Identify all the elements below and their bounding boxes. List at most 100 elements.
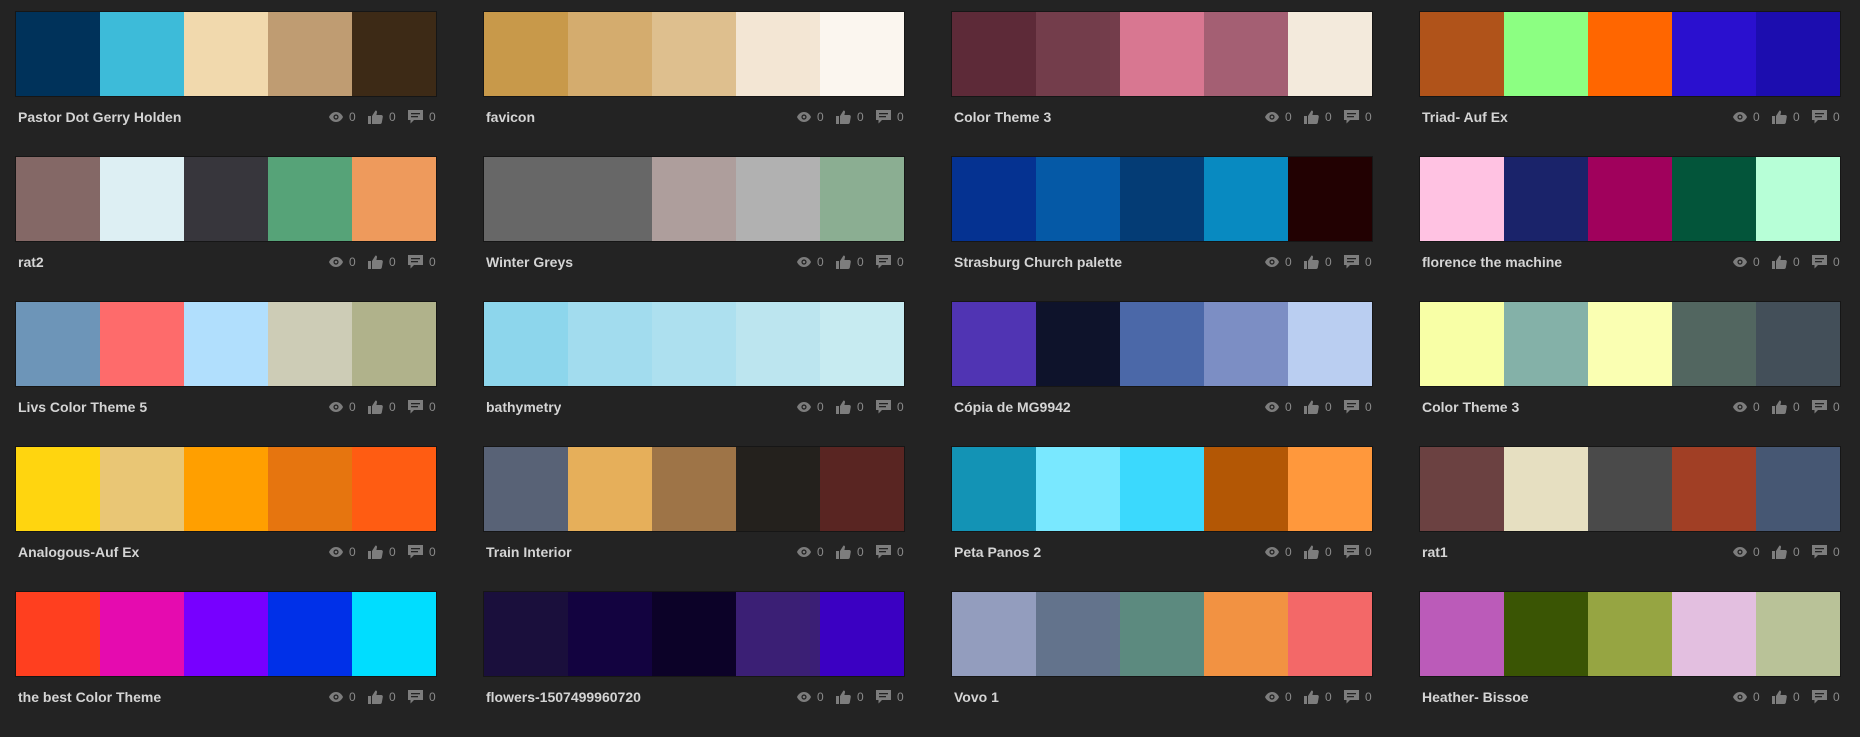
- comment-icon[interactable]: [1812, 690, 1827, 704]
- color-theme-card[interactable]: Triad- Auf Ex 0 0 0: [1420, 12, 1840, 157]
- thumbs-up-icon[interactable]: [836, 545, 851, 559]
- comments-stat[interactable]: 0: [408, 545, 436, 559]
- thumbs-up-icon[interactable]: [836, 110, 851, 124]
- comments-stat[interactable]: 0: [1344, 545, 1372, 559]
- color-theme-card[interactable]: rat1 0 0 0: [1420, 447, 1840, 592]
- comment-icon[interactable]: [408, 110, 423, 124]
- thumbs-up-icon[interactable]: [836, 400, 851, 414]
- theme-name-link[interactable]: Peta Panos 2: [952, 544, 1041, 560]
- likes-stat[interactable]: 0: [1304, 690, 1332, 704]
- comments-stat[interactable]: 0: [1344, 255, 1372, 269]
- color-theme-card[interactable]: Winter Greys 0 0 0: [484, 157, 904, 302]
- color-theme-card[interactable]: Color Theme 3 0 0 0: [952, 12, 1372, 157]
- comment-icon[interactable]: [408, 690, 423, 704]
- comment-icon[interactable]: [408, 545, 423, 559]
- theme-name-link[interactable]: Color Theme 3: [1420, 399, 1519, 415]
- comments-stat[interactable]: 0: [1812, 690, 1840, 704]
- likes-stat[interactable]: 0: [836, 545, 864, 559]
- color-theme-card[interactable]: Livs Color Theme 5 0 0 0: [16, 302, 436, 447]
- color-swatch-strip[interactable]: [952, 12, 1372, 96]
- theme-name-link[interactable]: Winter Greys: [484, 254, 573, 270]
- comments-stat[interactable]: 0: [1812, 255, 1840, 269]
- thumbs-up-icon[interactable]: [836, 255, 851, 269]
- comments-stat[interactable]: 0: [408, 400, 436, 414]
- thumbs-up-icon[interactable]: [1772, 400, 1787, 414]
- thumbs-up-icon[interactable]: [1772, 690, 1787, 704]
- theme-name-link[interactable]: Vovo 1: [952, 689, 999, 705]
- theme-name-link[interactable]: Analogous-Auf Ex: [16, 544, 139, 560]
- theme-name-link[interactable]: Color Theme 3: [952, 109, 1051, 125]
- thumbs-up-icon[interactable]: [1304, 255, 1319, 269]
- comment-icon[interactable]: [1344, 255, 1359, 269]
- theme-name-link[interactable]: the best Color Theme: [16, 689, 161, 705]
- comments-stat[interactable]: 0: [408, 255, 436, 269]
- comments-stat[interactable]: 0: [408, 110, 436, 124]
- comments-stat[interactable]: 0: [1812, 110, 1840, 124]
- color-theme-card[interactable]: Heather- Bissoe 0 0 0: [1420, 592, 1840, 737]
- likes-stat[interactable]: 0: [1304, 545, 1332, 559]
- likes-stat[interactable]: 0: [1304, 400, 1332, 414]
- theme-name-link[interactable]: favicon: [484, 109, 535, 125]
- comments-stat[interactable]: 0: [1812, 545, 1840, 559]
- color-swatch-strip[interactable]: [484, 157, 904, 241]
- thumbs-up-icon[interactable]: [1304, 545, 1319, 559]
- likes-stat[interactable]: 0: [836, 110, 864, 124]
- color-swatch-strip[interactable]: [1420, 447, 1840, 531]
- theme-name-link[interactable]: florence the machine: [1420, 254, 1562, 270]
- color-theme-card[interactable]: Strasburg Church palette 0 0 0: [952, 157, 1372, 302]
- color-swatch-strip[interactable]: [16, 12, 436, 96]
- comment-icon[interactable]: [1812, 400, 1827, 414]
- color-theme-card[interactable]: Color Theme 3 0 0 0: [1420, 302, 1840, 447]
- color-swatch-strip[interactable]: [1420, 302, 1840, 386]
- likes-stat[interactable]: 0: [1772, 545, 1800, 559]
- theme-name-link[interactable]: rat1: [1420, 544, 1448, 560]
- comment-icon[interactable]: [408, 400, 423, 414]
- theme-name-link[interactable]: Triad- Auf Ex: [1420, 109, 1508, 125]
- likes-stat[interactable]: 0: [1772, 690, 1800, 704]
- color-swatch-strip[interactable]: [952, 302, 1372, 386]
- likes-stat[interactable]: 0: [1772, 110, 1800, 124]
- thumbs-up-icon[interactable]: [368, 110, 383, 124]
- color-swatch-strip[interactable]: [1420, 157, 1840, 241]
- likes-stat[interactable]: 0: [1772, 400, 1800, 414]
- color-theme-card[interactable]: florence the machine 0 0 0: [1420, 157, 1840, 302]
- thumbs-up-icon[interactable]: [368, 545, 383, 559]
- color-swatch-strip[interactable]: [16, 302, 436, 386]
- color-swatch-strip[interactable]: [952, 157, 1372, 241]
- color-swatch-strip[interactable]: [16, 157, 436, 241]
- theme-name-link[interactable]: Strasburg Church palette: [952, 254, 1122, 270]
- thumbs-up-icon[interactable]: [368, 690, 383, 704]
- likes-stat[interactable]: 0: [836, 255, 864, 269]
- color-swatch-strip[interactable]: [1420, 592, 1840, 676]
- color-theme-card[interactable]: bathymetry 0 0 0: [484, 302, 904, 447]
- comment-icon[interactable]: [1812, 545, 1827, 559]
- color-theme-card[interactable]: flowers-1507499960720 0 0 0: [484, 592, 904, 737]
- thumbs-up-icon[interactable]: [1772, 545, 1787, 559]
- color-swatch-strip[interactable]: [484, 447, 904, 531]
- theme-name-link[interactable]: Livs Color Theme 5: [16, 399, 147, 415]
- thumbs-up-icon[interactable]: [1772, 255, 1787, 269]
- comments-stat[interactable]: 0: [1812, 400, 1840, 414]
- color-theme-card[interactable]: favicon 0 0 0: [484, 12, 904, 157]
- likes-stat[interactable]: 0: [368, 110, 396, 124]
- comments-stat[interactable]: 0: [876, 690, 904, 704]
- theme-name-link[interactable]: flowers-1507499960720: [484, 689, 641, 705]
- thumbs-up-icon[interactable]: [368, 400, 383, 414]
- likes-stat[interactable]: 0: [836, 400, 864, 414]
- color-theme-card[interactable]: Peta Panos 2 0 0 0: [952, 447, 1372, 592]
- comment-icon[interactable]: [876, 255, 891, 269]
- comment-icon[interactable]: [1812, 110, 1827, 124]
- theme-name-link[interactable]: Heather- Bissoe: [1420, 689, 1529, 705]
- color-theme-card[interactable]: Train Interior 0 0 0: [484, 447, 904, 592]
- color-swatch-strip[interactable]: [16, 447, 436, 531]
- likes-stat[interactable]: 0: [368, 690, 396, 704]
- likes-stat[interactable]: 0: [836, 690, 864, 704]
- comments-stat[interactable]: 0: [1344, 110, 1372, 124]
- comments-stat[interactable]: 0: [1344, 400, 1372, 414]
- thumbs-up-icon[interactable]: [1772, 110, 1787, 124]
- thumbs-up-icon[interactable]: [1304, 400, 1319, 414]
- likes-stat[interactable]: 0: [1772, 255, 1800, 269]
- comment-icon[interactable]: [876, 400, 891, 414]
- thumbs-up-icon[interactable]: [368, 255, 383, 269]
- theme-name-link[interactable]: Train Interior: [484, 544, 572, 560]
